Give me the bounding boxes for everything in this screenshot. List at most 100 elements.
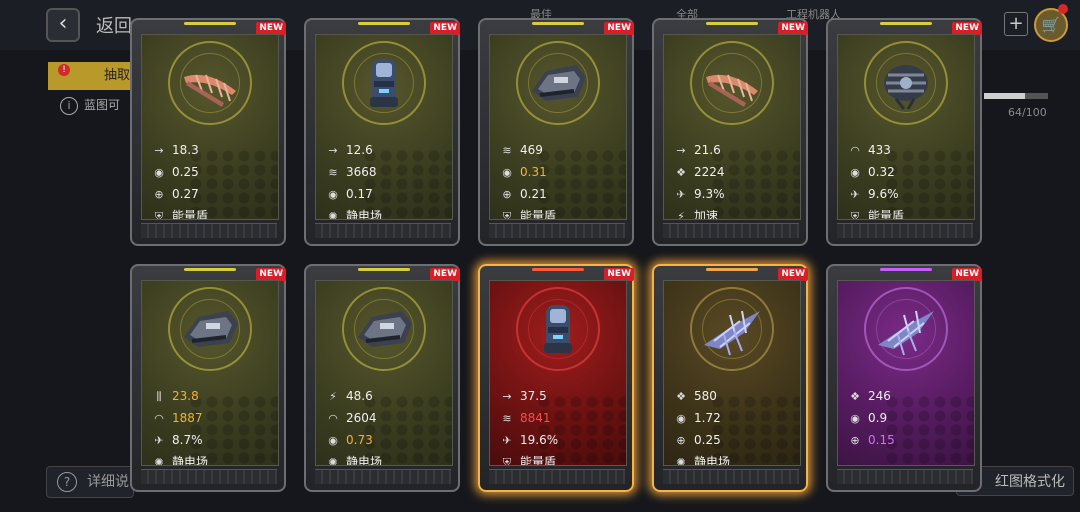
blueprint-card[interactable]: NEW ❖ 246 ◉ 0.9 ⊕ 0.15	[826, 264, 982, 492]
stat-row: ❖ 246	[846, 385, 970, 407]
fire-icon: ◉	[328, 188, 338, 201]
rarity-bar	[532, 268, 584, 271]
rarity-bar	[880, 268, 932, 271]
jet-icon	[874, 297, 938, 361]
card-footer	[141, 469, 277, 484]
stat-value: 580	[694, 389, 717, 403]
stat-value: 0.25	[694, 433, 721, 447]
card-panel: ≋ 469 ◉ 0.31 ⊕ 0.21 ⛨ 能量盾	[489, 34, 627, 220]
crosshair-icon: ⊕	[676, 434, 686, 447]
stat-row: ⛨ 能量盾	[498, 205, 622, 220]
stat-row: ◉ 0.25	[150, 161, 274, 183]
rocket-icon: ✈	[154, 434, 164, 447]
card-panel: → 18.3 ◉ 0.25 ⊕ 0.27 ⛨ 能量盾	[141, 34, 279, 220]
fire-icon: ◉	[676, 412, 686, 425]
blueprint-card[interactable]: NEW → 21.6 ❖ 2224 ✈ 9.3% ⚡ 加速	[652, 18, 808, 246]
stat-row: ◉ 0.9	[846, 407, 970, 429]
fire-icon: ◉	[328, 434, 338, 447]
back-button[interactable]: ‹	[46, 8, 80, 42]
claw-icon	[700, 51, 764, 115]
warning-icon: !	[58, 64, 70, 76]
card-footer	[489, 223, 625, 238]
blueprint-info: i 蓝图可	[60, 96, 128, 115]
stat-row: ❖ 2224	[672, 161, 796, 183]
card-footer	[837, 469, 973, 484]
back-label: 返回	[96, 16, 132, 37]
stat-row: ⛨ 能量盾	[846, 205, 970, 219]
stat-row: ◉ 0.73	[324, 429, 448, 451]
rocket-icon: ✈	[850, 188, 860, 201]
stat-list: ❖ 246 ◉ 0.9 ⊕ 0.15	[846, 385, 970, 451]
ammo-icon: ⫼	[156, 390, 162, 403]
claw-icon	[178, 51, 242, 115]
fire-icon: ◉	[154, 166, 164, 179]
tank-icon	[178, 297, 242, 361]
blueprint-card[interactable]: NEW ❖ 580 ◉ 1.72 ⊕ 0.25 ✺ 静电场	[652, 264, 808, 492]
stat-value: 能量盾	[172, 209, 209, 220]
stat-row: ✈ 19.6%	[498, 429, 622, 451]
stat-value: 246	[868, 389, 891, 403]
stat-row: → 12.6	[324, 139, 448, 161]
card-panel: → 12.6 ≋ 3668 ◉ 0.17 ✺ 静电场	[315, 34, 453, 220]
stat-row: ≋ 469	[498, 139, 622, 161]
question-icon: ?	[57, 472, 77, 492]
blueprint-card[interactable]: NEW → 37.5 ≋ 8841 ✈ 19.6% ⛨ 能量盾	[478, 264, 634, 492]
static-icon: ✺	[328, 210, 338, 220]
stat-value: 静电场	[346, 455, 383, 466]
add-button[interactable]: +	[1004, 12, 1028, 36]
stat-value: 37.5	[520, 389, 547, 403]
stat-list: ⚡ 48.6 ◠ 2604 ◉ 0.73 ✺ 静电场	[324, 385, 448, 466]
blueprint-card[interactable]: NEW → 18.3 ◉ 0.25 ⊕ 0.27 ⛨ 能量盾	[130, 18, 286, 246]
card-footer	[663, 223, 799, 238]
card-footer	[663, 469, 799, 484]
stat-value: 0.21	[520, 187, 547, 201]
cannon-icon	[526, 297, 590, 361]
stat-row: ✈ 9.6%	[846, 183, 970, 205]
card-footer	[837, 223, 973, 238]
stat-row: ⊕ 0.25	[672, 429, 796, 451]
blueprint-card[interactable]: NEW → 12.6 ≋ 3668 ◉ 0.17 ✺ 静电场	[304, 18, 460, 246]
rocket-icon: ✈	[502, 434, 512, 447]
stat-value: 能量盾	[520, 455, 557, 466]
stat-list: ≋ 469 ◉ 0.31 ⊕ 0.21 ⛨ 能量盾	[498, 139, 622, 220]
rarity-bar	[532, 22, 584, 25]
stat-value: 2224	[694, 165, 725, 179]
stat-row: ✈ 8.7%	[150, 429, 274, 451]
stat-row: ⊕ 0.15	[846, 429, 970, 451]
stat-value: 18.3	[172, 143, 199, 157]
stat-value: 3668	[346, 165, 377, 179]
stat-row: ≋ 8841	[498, 407, 622, 429]
rarity-bar	[706, 268, 758, 271]
static-icon: ✺	[676, 456, 686, 466]
rarity-bar	[184, 268, 236, 271]
static-icon: ✺	[328, 456, 338, 466]
stat-value: 1.72	[694, 411, 721, 425]
blueprint-card[interactable]: NEW ⫼ 23.8 ◠ 1887 ✈ 8.7% ✺ 静电场	[130, 264, 286, 492]
stat-row: ✈ 9.3%	[672, 183, 796, 205]
stat-row: ◠ 1887	[150, 407, 274, 429]
arrow-icon: →	[154, 144, 164, 157]
stat-row: → 37.5	[498, 385, 622, 407]
details-button[interactable]: ? 详细说明	[46, 466, 134, 498]
blueprint-card[interactable]: NEW ◠ 433 ◉ 0.32 ✈ 9.6% ⛨ 能量盾	[826, 18, 982, 246]
stat-value: 0.73	[346, 433, 373, 447]
card-footer	[315, 469, 451, 484]
stat-row: ⚡ 48.6	[324, 385, 448, 407]
stat-row: ⊕ 0.21	[498, 183, 622, 205]
fire-icon: ◉	[502, 166, 512, 179]
stat-row: ◉ 0.32	[846, 161, 970, 183]
blueprint-card[interactable]: NEW ⚡ 48.6 ◠ 2604 ◉ 0.73 ✺ 静电场	[304, 264, 460, 492]
rarity-bar	[358, 268, 410, 271]
stat-value: 9.3%	[694, 187, 725, 201]
rarity-bar	[184, 22, 236, 25]
stat-value: 9.6%	[868, 187, 899, 201]
stat-row: → 18.3	[150, 139, 274, 161]
notification-badge	[1058, 4, 1068, 14]
blueprint-card[interactable]: NEW ≋ 469 ◉ 0.31 ⊕ 0.21 ⛨ 能量盾	[478, 18, 634, 246]
rarity-bar	[358, 22, 410, 25]
crosshair-icon: ⊕	[502, 188, 512, 201]
stat-row: ◉ 0.17	[324, 183, 448, 205]
capacity-icon: ≋	[502, 412, 512, 425]
arrow-icon: →	[502, 390, 512, 403]
shield-icon: ⛨	[502, 210, 512, 220]
